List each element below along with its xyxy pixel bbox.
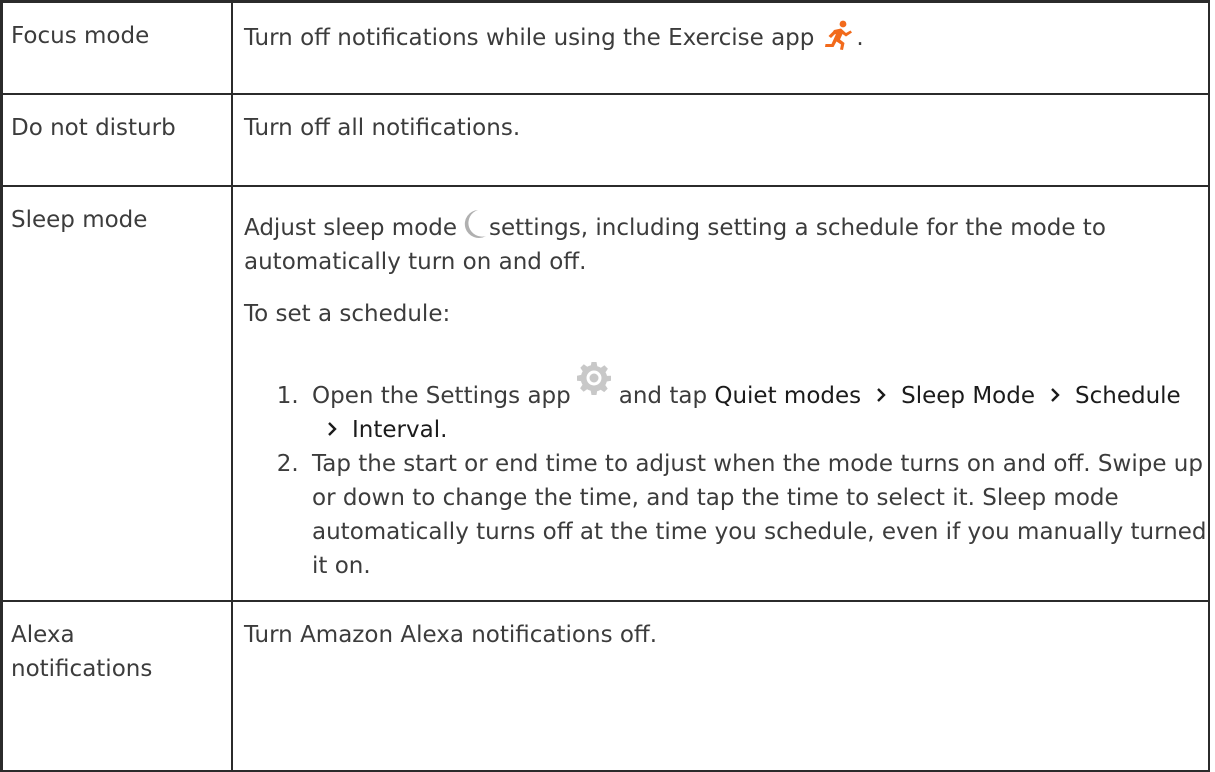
sleep-mode-intro: Adjust sleep mode settings, including set… — [244, 209, 1208, 279]
gear-icon — [576, 361, 611, 395]
path-schedule: Schedule — [1075, 382, 1181, 409]
schedule-steps-list: Open the Settings app and tap Quiet modes… — [244, 361, 1208, 583]
mode-description: Turn Amazon Alexa notifications off. — [244, 621, 658, 648]
table-row-alexa-notifications: Alexa notifications Turn Amazon Alexa no… — [0, 599, 1210, 772]
mode-name: Alexa notifications — [11, 621, 153, 682]
step-text: and tap — [618, 382, 708, 409]
mode-description: Turn off all notifications. — [244, 114, 521, 141]
mode-description-end: . — [856, 25, 864, 51]
exercise-run-icon — [822, 19, 854, 51]
sleep-intro-start: Adjust sleep mode — [244, 214, 458, 241]
table-row-sleep-mode: Sleep mode Adjust sleep mode settings, in… — [0, 184, 1210, 602]
chevron-right-icon — [1049, 379, 1061, 402]
mode-name-cell: Alexa notifications — [0, 599, 233, 772]
mode-name-cell: Sleep mode — [0, 184, 233, 602]
mode-name: Focus mode — [11, 23, 150, 49]
chevron-right-icon — [326, 413, 338, 436]
mode-name-cell: Focus mode — [0, 0, 233, 95]
table-row-focus-mode: Focus mode Turn off notifications while … — [0, 0, 1210, 95]
path-sleep-mode: Sleep Mode — [901, 382, 1035, 409]
schedule-heading: To set a schedule: — [244, 300, 451, 327]
moon-icon — [461, 209, 487, 239]
mode-name-cell: Do not disturb — [0, 92, 233, 187]
path-interval: Interval. — [352, 416, 448, 443]
mode-name: Do not disturb — [11, 114, 176, 141]
table-row-do-not-disturb: Do not disturb Turn off all notification… — [0, 92, 1210, 187]
mode-description: Turn off notifications while using the E… — [244, 25, 815, 51]
mode-description-cell: Turn off all notifications. — [231, 92, 1210, 187]
step-text: Open the Settings app — [312, 382, 571, 409]
mode-name: Sleep mode — [11, 206, 148, 233]
schedule-step: Tap the start or end time to adjust when… — [306, 447, 1208, 583]
schedule-step: Open the Settings app and tap Quiet modes… — [306, 361, 1208, 447]
path-quiet-modes: Quiet modes — [714, 382, 862, 409]
mode-description-cell: Turn Amazon Alexa notifications off. — [231, 599, 1210, 772]
mode-description-cell: Turn off notifications while using the E… — [231, 0, 1210, 95]
chevron-right-icon — [875, 379, 887, 402]
mode-description-cell: Adjust sleep mode settings, including set… — [231, 184, 1210, 602]
quiet-modes-table: Focus mode Turn off notifications while … — [0, 0, 1210, 772]
